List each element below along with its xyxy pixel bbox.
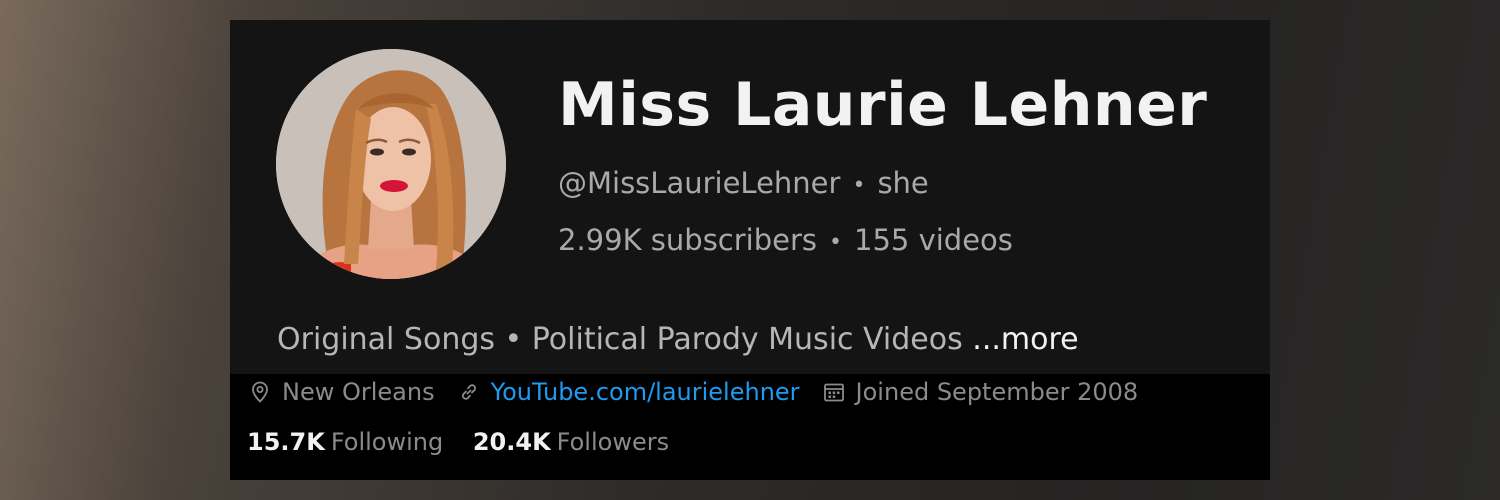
- subscriber-count: 2.99K subscribers: [558, 223, 818, 257]
- avatar-portrait: [276, 49, 506, 279]
- followers-count: 20.4K: [472, 428, 551, 456]
- channel-header-card: Miss Laurie Lehner @MissLaurieLehner • she…: [230, 20, 1270, 374]
- separator-dot: •: [829, 229, 843, 255]
- website-item[interactable]: YouTube.com/laurielehner: [457, 378, 800, 406]
- avatar[interactable]: [276, 49, 506, 279]
- more-link[interactable]: ...more: [972, 322, 1078, 357]
- separator-dot: •: [852, 172, 866, 198]
- website-link[interactable]: YouTube.com/laurielehner: [491, 378, 800, 406]
- channel-handle: @MissLaurieLehner: [558, 166, 841, 200]
- location-item: New Orleans: [248, 378, 435, 406]
- link-icon: [457, 380, 481, 404]
- followers-label: Followers: [556, 428, 670, 456]
- following-link[interactable]: 15.7K Following: [247, 428, 443, 456]
- profile-meta-row: New Orleans YouTube.com/laurielehner Joi…: [248, 376, 1160, 408]
- follow-stats-row: 15.7K Following 20.4K Followers: [247, 428, 691, 456]
- followers-link[interactable]: 20.4K Followers: [473, 428, 669, 456]
- channel-stats-line: 2.99K subscribers • 155 videos: [558, 223, 1013, 257]
- channel-description[interactable]: Original Songs • Political Parody Music …: [277, 322, 1079, 357]
- calendar-icon: [822, 380, 846, 404]
- description-text: Original Songs • Political Parody Music …: [277, 322, 963, 357]
- video-count: 155 videos: [854, 223, 1013, 257]
- channel-name: Miss Laurie Lehner: [558, 70, 1208, 140]
- pronouns: she: [877, 166, 929, 200]
- profile-meta-panel: New Orleans YouTube.com/laurielehner Joi…: [230, 374, 1270, 480]
- handle-line: @MissLaurieLehner • she: [558, 166, 929, 200]
- following-count: 15.7K: [247, 428, 325, 456]
- joined-text: Joined September 2008: [855, 378, 1139, 406]
- location-pin-icon: [248, 380, 272, 404]
- joined-item: Joined September 2008: [822, 378, 1139, 406]
- location-text: New Orleans: [282, 378, 435, 406]
- following-label: Following: [330, 428, 444, 456]
